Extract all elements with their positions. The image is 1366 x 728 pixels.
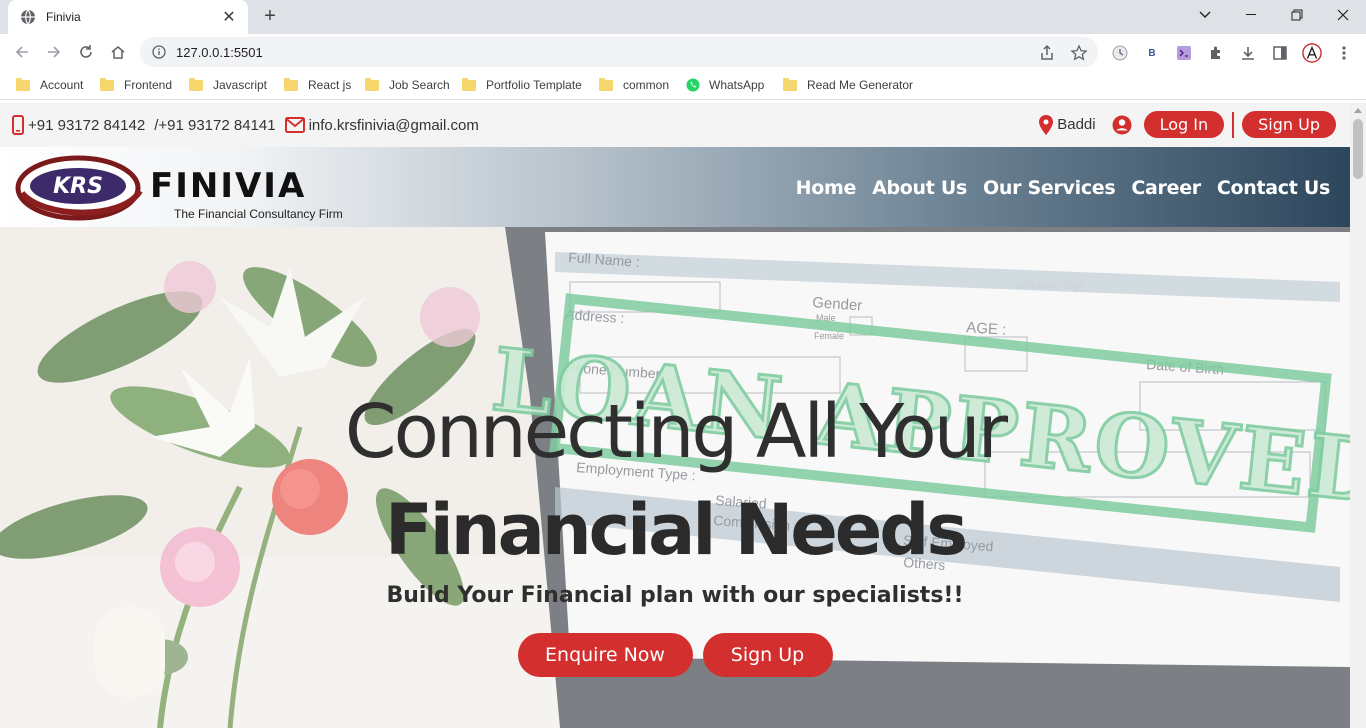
extension-b-icon[interactable]: B [1142, 43, 1162, 63]
extensions-puzzle-icon[interactable] [1206, 43, 1226, 63]
account-area: Baddi Log In Sign Up [1039, 111, 1336, 138]
folder-icon [16, 77, 30, 91]
krs-finivia-logo[interactable]: KRS FINIVIA The Financial Consultancy Fi… [14, 153, 359, 223]
side-panel-icon[interactable] [1270, 43, 1290, 63]
phone-number-2[interactable]: /+91 93172 84141 [154, 117, 275, 134]
bookmark-star-icon[interactable] [1070, 44, 1088, 62]
browser-toolbar: 127.0.0.1:5501 B [0, 34, 1366, 70]
bookmark-whatsapp[interactable]: WhatsApp [686, 76, 764, 94]
whatsapp-icon [686, 78, 700, 92]
bookmark-label: Account [40, 78, 84, 92]
hero-buttons: Enquire Now Sign Up [0, 633, 1350, 677]
folder-icon [189, 77, 203, 91]
envelope-icon [284, 117, 305, 133]
page-viewport: +91 93172 84142 /+91 93172 84141 info.kr… [0, 103, 1350, 728]
hero-subtitle: Build Your Financial plan with our speci… [386, 583, 964, 608]
tab-search-chevron-icon[interactable] [1182, 0, 1228, 30]
nav-career[interactable]: Career [1131, 177, 1201, 199]
scrollbar-thumb[interactable] [1353, 119, 1363, 179]
bookmark-label: Javascript [213, 78, 268, 92]
bookmark-label: Job Search [389, 78, 450, 92]
reload-icon[interactable] [74, 40, 98, 64]
page-scrollbar[interactable] [1350, 103, 1366, 728]
divider [1232, 111, 1235, 138]
bookmark-label: React js [308, 78, 352, 92]
bookmarks-bar: Account Frontend Javascript React js Job… [0, 70, 1366, 100]
bookmark-job-search[interactable]: Job Search [365, 76, 450, 94]
bookmark-portfolio-template[interactable]: Portfolio Template [462, 76, 582, 94]
bookmark-javascript[interactable]: Javascript [189, 76, 267, 94]
folder-icon [365, 77, 379, 91]
folder-icon [599, 77, 613, 91]
address-bar[interactable]: 127.0.0.1:5501 [140, 37, 1098, 67]
main-nav: Home About Us Our Services Career Contac… [780, 177, 1331, 199]
browser-tab[interactable]: Finivia ✕ [8, 0, 248, 34]
bookmark-react-js[interactable]: React js [284, 76, 351, 94]
info-icon[interactable] [152, 45, 166, 59]
location-text: Baddi [1057, 116, 1096, 133]
nav-our-services[interactable]: Our Services [983, 177, 1116, 199]
close-tab-icon[interactable]: ✕ [220, 7, 238, 27]
back-arrow-icon[interactable] [10, 40, 34, 64]
profile-avatar-icon[interactable] [1302, 43, 1322, 63]
nav-home[interactable]: Home [796, 177, 857, 199]
extension-timer-icon[interactable] [1110, 43, 1130, 63]
folder-icon [100, 77, 114, 91]
folder-icon [783, 77, 797, 91]
globe-icon [21, 9, 35, 25]
download-icon[interactable] [1238, 43, 1258, 63]
bookmark-label: WhatsApp [709, 78, 765, 92]
url-text: 127.0.0.1:5501 [176, 44, 263, 60]
contact-strip: +91 93172 84142 /+91 93172 84141 info.kr… [0, 103, 1350, 147]
logo-tagline: The Financial Consultancy Firm [174, 207, 343, 221]
site-header: KRS FINIVIA The Financial Consultancy Fi… [0, 147, 1350, 227]
scroll-up-arrow-icon[interactable] [1354, 108, 1362, 113]
share-icon[interactable] [1038, 44, 1056, 62]
bookmark-label: Frontend [124, 78, 173, 92]
hero-title-line2: Financial Needs [384, 489, 968, 571]
close-window-button[interactable] [1320, 0, 1366, 30]
home-icon[interactable] [106, 40, 130, 64]
bookmark-account[interactable]: Account [16, 76, 83, 94]
contact-info: +91 93172 84142 /+91 93172 84141 info.kr… [12, 115, 479, 135]
hero-title-line1: Connecting All Your [344, 389, 1008, 475]
hero-signup-button[interactable]: Sign Up [702, 633, 833, 677]
new-tab-button[interactable]: + [258, 5, 282, 29]
phone-number[interactable]: +91 93172 84142 [28, 117, 145, 134]
logo-name: FINIVIA [150, 166, 306, 206]
bookmark-label: Portfolio Template [486, 78, 582, 92]
login-button[interactable]: Log In [1143, 111, 1225, 138]
bookmark-read-me-generator[interactable]: Read Me Generator [783, 76, 913, 94]
folder-icon [284, 77, 298, 91]
mobile-phone-icon [12, 115, 24, 135]
nav-about-us[interactable]: About Us [872, 177, 967, 199]
more-menu-icon[interactable] [1334, 43, 1354, 63]
browser-tab-strip: Finivia ✕ + [0, 0, 1366, 34]
location-pin-icon [1039, 114, 1054, 135]
bookmark-common[interactable]: common [599, 76, 669, 94]
bookmark-frontend[interactable]: Frontend [100, 76, 172, 94]
nav-contact-us[interactable]: Contact Us [1217, 177, 1330, 199]
bookmark-label: common [623, 78, 670, 92]
signup-button-top[interactable]: Sign Up [1242, 111, 1336, 138]
bookmark-label: Read Me Generator [807, 78, 914, 92]
tab-title: Finivia [46, 10, 81, 24]
forward-arrow-icon[interactable] [42, 40, 66, 64]
folder-icon [462, 77, 476, 91]
hero-section: Full Name : Address : Gender Male Female… [0, 227, 1350, 728]
minimize-button[interactable] [1228, 0, 1274, 30]
restore-button[interactable] [1274, 0, 1320, 30]
email-address[interactable]: info.krsfinivia@gmail.com [309, 117, 479, 134]
extension-purple-icon[interactable] [1174, 43, 1194, 63]
user-icon[interactable] [1112, 115, 1132, 135]
enquire-now-button[interactable]: Enquire Now [517, 633, 693, 677]
logo-mark: KRS [53, 174, 103, 199]
